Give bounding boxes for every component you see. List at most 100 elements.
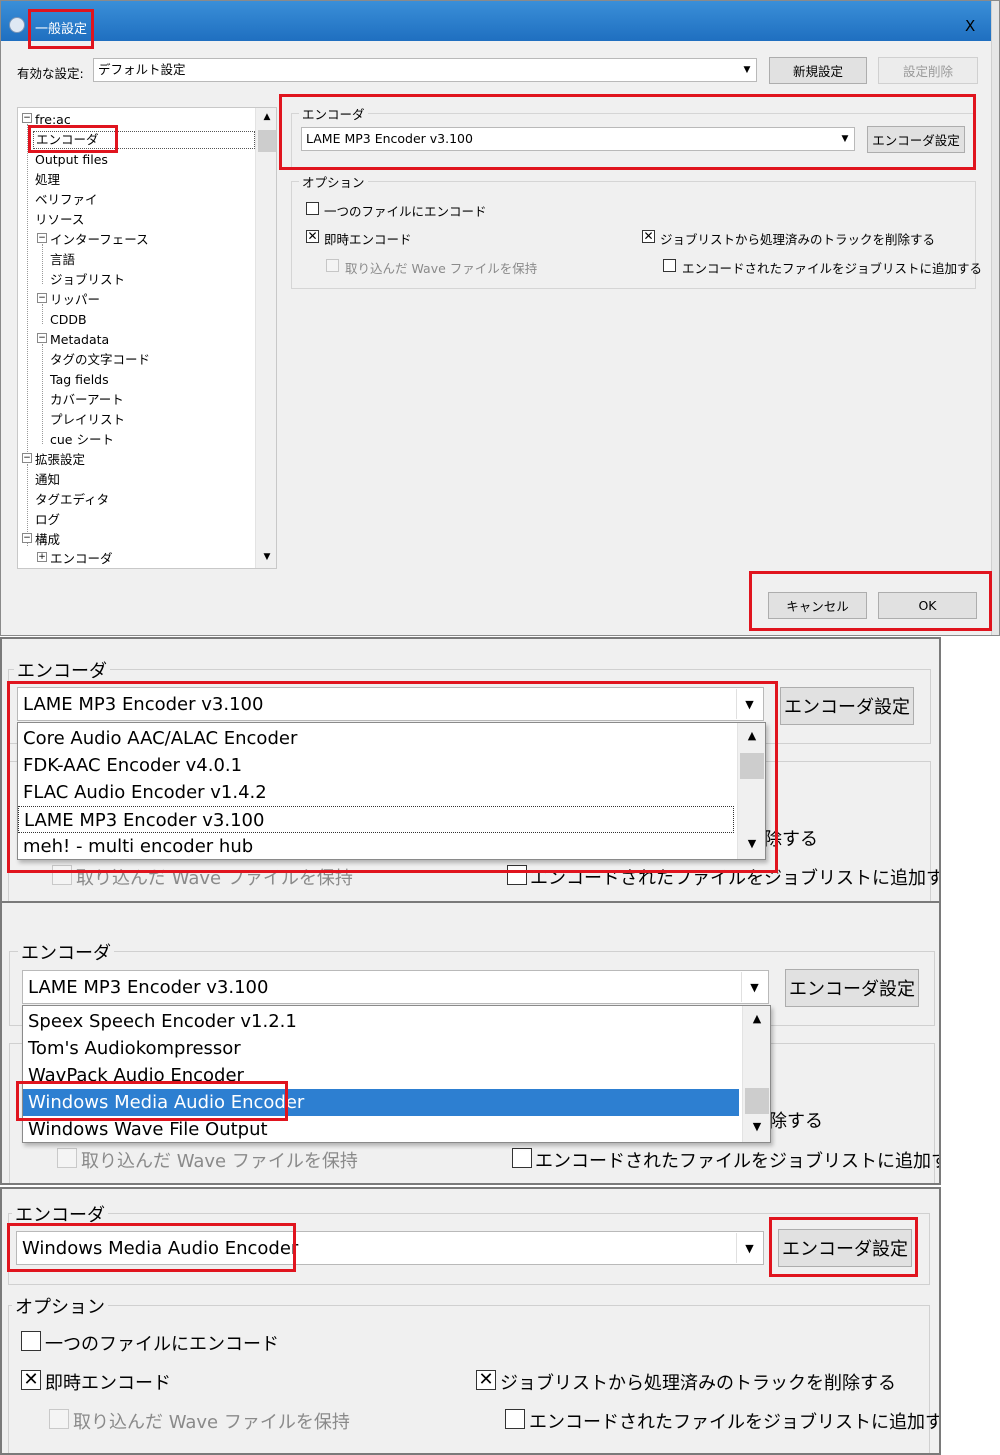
expand-icon[interactable]: +	[37, 552, 47, 562]
keep-wave-label: 取り込んだ Wave ファイルを保持	[73, 1412, 350, 1433]
add-encoded-checkbox[interactable]	[505, 1409, 525, 1429]
tree-item-cddb[interactable]: CDDB	[50, 312, 87, 328]
add-encoded-checkbox[interactable]	[507, 865, 527, 885]
keep-wave-checkbox[interactable]	[326, 259, 339, 272]
encoder-combo[interactable]: Windows Media Audio Encoder ▼	[16, 1231, 764, 1265]
keep-wave-label: 取り込んだ Wave ファイルを保持	[76, 868, 353, 889]
collapse-icon[interactable]: −	[37, 233, 47, 243]
tree-item-language[interactable]: 言語	[50, 252, 75, 268]
collapse-icon[interactable]: −	[22, 453, 32, 463]
encoder-combo[interactable]: LAME MP3 Encoder v3.100 ▼	[22, 970, 769, 1004]
keep-wave-checkbox[interactable]	[52, 865, 72, 885]
single-file-label: 一つのファイルにエンコード	[324, 204, 487, 219]
single-file-checkbox[interactable]	[306, 202, 319, 215]
tree-item-cover-art[interactable]: カバーアート	[50, 392, 124, 408]
tree-item-ripper[interactable]: リッパー	[50, 292, 100, 308]
encoder-settings-button[interactable]: エンコーダ設定	[780, 687, 914, 725]
chevron-down-icon[interactable]: ▼	[836, 128, 854, 150]
tree-item-tag-encoding[interactable]: タグの文字コード	[50, 352, 150, 368]
remove-processed-checkbox[interactable]: ✕	[642, 230, 655, 243]
collapse-icon[interactable]: −	[22, 113, 32, 123]
tree-item-processing[interactable]: 処理	[35, 172, 60, 188]
list-item-selected[interactable]: Windows Media Audio Encoder	[23, 1089, 739, 1116]
tree-item-tag-editor[interactable]: タグエディタ	[35, 492, 109, 508]
tree-item-playlist[interactable]: プレイリスト	[50, 412, 125, 428]
scroll-up-icon[interactable]: ▲	[743, 1012, 770, 1025]
list-item[interactable]: Core Audio AAC/ALAC Encoder	[18, 725, 765, 752]
delete-setting-button[interactable]: 設定削除	[878, 57, 978, 84]
list-scrollbar[interactable]: ▲ ▼	[737, 723, 765, 859]
active-setting-value: デフォルト設定	[98, 62, 186, 77]
tree-item-cue-sheet[interactable]: cue シート	[50, 432, 114, 448]
options-group-label: オプション	[299, 172, 368, 191]
collapse-icon[interactable]: −	[37, 333, 47, 343]
tree-item-encoders[interactable]: エンコーダ	[50, 551, 113, 567]
cancel-button[interactable]: キャンセル	[768, 592, 867, 619]
tree-item-output-files[interactable]: Output files	[35, 152, 108, 168]
settings-tree[interactable]: − fre:ac エンコーダ Output files 処理 ベリファイ リソー…	[17, 107, 277, 569]
chevron-down-icon[interactable]: ▼	[738, 59, 756, 81]
single-file-label: 一つのファイルにエンコード	[45, 1334, 279, 1355]
tree-item-joblist[interactable]: ジョブリスト	[50, 272, 125, 288]
active-setting-combo[interactable]: デフォルト設定 ▼	[93, 58, 757, 82]
tree-item-advanced[interactable]: 拡張設定	[35, 452, 85, 468]
add-encoded-checkbox[interactable]	[663, 259, 676, 272]
new-setting-button[interactable]: 新規設定	[769, 57, 867, 84]
keep-wave-checkbox[interactable]	[57, 1148, 77, 1168]
on-the-fly-checkbox[interactable]: ✕	[21, 1370, 41, 1390]
scroll-thumb[interactable]	[745, 1088, 769, 1114]
scroll-up-icon[interactable]: ▲	[738, 729, 765, 742]
tree-item-tag-fields[interactable]: Tag fields	[50, 372, 109, 388]
collapse-icon[interactable]: −	[22, 533, 32, 543]
background-window-edge	[991, 1, 999, 635]
encoder-settings-button[interactable]: エンコーダ設定	[867, 126, 965, 153]
list-item[interactable]: FLAC Audio Encoder v1.4.2	[18, 779, 765, 806]
ok-button[interactable]: OK	[878, 592, 977, 619]
remove-processed-checkbox[interactable]: ✕	[476, 1370, 496, 1390]
scroll-down-icon[interactable]: ▼	[738, 837, 765, 850]
tree-item-encoder[interactable]: エンコーダ	[33, 131, 255, 149]
encoder-group-label: エンコーダ	[18, 939, 114, 965]
tree-item-log[interactable]: ログ	[35, 512, 60, 528]
scroll-thumb[interactable]	[740, 753, 764, 779]
list-item[interactable]: meh! - multi encoder hub	[18, 833, 765, 859]
list-item[interactable]: FDK-AAC Encoder v4.0.1	[18, 752, 765, 779]
close-icon[interactable]: X	[965, 17, 975, 35]
on-the-fly-label: 即時エンコード	[45, 1373, 171, 1394]
scroll-thumb[interactable]	[258, 130, 276, 152]
encoder-dropdown-list[interactable]: Speex Speech Encoder v1.2.1 Tom's Audiok…	[22, 1005, 771, 1143]
tree-item-interface[interactable]: インターフェース	[50, 232, 149, 248]
encoder-combo[interactable]: LAME MP3 Encoder v3.100 ▼	[301, 127, 855, 151]
scroll-down-icon[interactable]: ▼	[256, 552, 276, 562]
tree-item-verify[interactable]: ベリファイ	[35, 192, 98, 208]
encoder-dropdown-list[interactable]: Core Audio AAC/ALAC Encoder FDK-AAC Enco…	[17, 722, 766, 860]
encoder-settings-button[interactable]: エンコーダ設定	[778, 1229, 912, 1267]
tree-item-freac[interactable]: fre:ac	[35, 112, 71, 128]
list-item[interactable]: WavPack Audio Encoder	[23, 1062, 770, 1089]
tree-item-resources[interactable]: リソース	[35, 212, 84, 228]
zoom-panel-dropdown-top: エンコーダ LAME MP3 Encoder v3.100 ▼ エンコーダ設定 …	[0, 637, 941, 905]
scroll-up-icon[interactable]: ▲	[256, 112, 276, 122]
keep-wave-checkbox[interactable]	[49, 1409, 69, 1429]
tree-scrollbar[interactable]: ▲ ▼	[255, 108, 276, 568]
encoder-group-label: エンコーダ	[299, 104, 368, 123]
chevron-down-icon[interactable]: ▼	[736, 1233, 762, 1263]
tree-item-metadata[interactable]: Metadata	[50, 332, 109, 348]
list-item[interactable]: Speex Speech Encoder v1.2.1	[23, 1008, 770, 1035]
encoder-combo[interactable]: LAME MP3 Encoder v3.100 ▼	[17, 687, 764, 721]
single-file-checkbox[interactable]	[21, 1331, 41, 1351]
encoder-selected: LAME MP3 Encoder v3.100	[28, 976, 269, 998]
tree-item-notification[interactable]: 通知	[35, 472, 60, 488]
tree-item-configuration[interactable]: 構成	[35, 532, 60, 548]
encoder-settings-button[interactable]: エンコーダ設定	[785, 969, 919, 1007]
add-encoded-checkbox[interactable]	[512, 1148, 532, 1168]
list-item[interactable]: Tom's Audiokompressor	[23, 1035, 770, 1062]
on-the-fly-checkbox[interactable]: ✕	[306, 230, 319, 243]
list-scrollbar[interactable]: ▲ ▼	[742, 1006, 770, 1142]
collapse-icon[interactable]: −	[37, 293, 47, 303]
chevron-down-icon[interactable]: ▼	[741, 972, 767, 1002]
list-item[interactable]: LAME MP3 Encoder v3.100	[18, 806, 734, 833]
scroll-down-icon[interactable]: ▼	[743, 1120, 770, 1133]
list-item[interactable]: Windows Wave File Output	[23, 1116, 770, 1142]
chevron-down-icon[interactable]: ▼	[736, 689, 762, 719]
